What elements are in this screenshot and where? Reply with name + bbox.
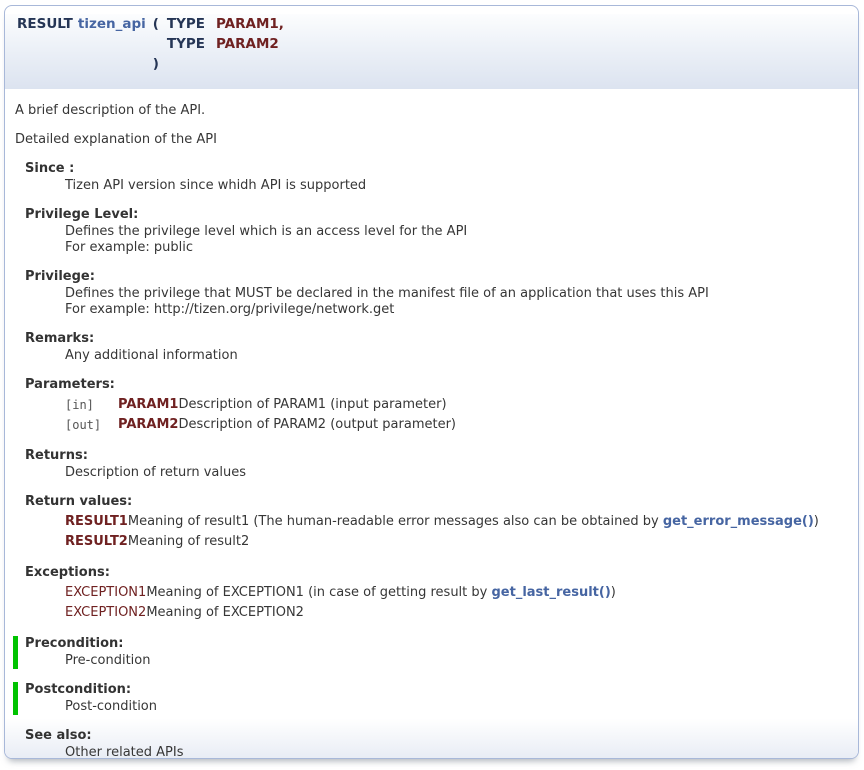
- param-type: TYPE: [162, 34, 207, 54]
- parameters-table: [in] PARAM1 Description of PARAM1 (input…: [65, 395, 456, 435]
- param-name: PARAM2: [118, 415, 178, 435]
- exception-name: EXCEPTION2: [65, 603, 146, 623]
- param-type: TYPE: [162, 14, 207, 34]
- brief-description: A brief description of the API.: [15, 103, 848, 119]
- close-paren: ): [150, 54, 162, 74]
- section-title: See also:: [25, 728, 848, 744]
- param-name: PARAM1,: [207, 14, 286, 34]
- section-title: Privilege:: [25, 269, 848, 285]
- section-text: Description of return values: [65, 465, 848, 481]
- section-parameters: Parameters: [in] PARAM1 Description of P…: [25, 377, 848, 435]
- section-title: Returns:: [25, 448, 848, 464]
- return-value-row: RESULT1 Meaning of result1 (The human-re…: [65, 512, 819, 532]
- parameters-list: [in] PARAM1 Description of PARAM1 (input…: [65, 395, 848, 435]
- api-doc-card: RESULT tizen_api ( TYPE PARAM1, TYPE PARA…: [4, 5, 859, 759]
- section-precondition: Precondition: Pre-condition: [13, 636, 848, 669]
- return-type: RESULT: [17, 16, 73, 32]
- param-name: PARAM1: [118, 395, 178, 415]
- get-last-result-link[interactable]: get_last_result(): [491, 585, 610, 600]
- param-description: Description of PARAM1 (input parameter): [178, 395, 456, 415]
- section-text: Any additional information: [65, 348, 848, 364]
- section-returns: Returns: Description of return values: [25, 448, 848, 481]
- section-text: Defines the privilege level which is an …: [65, 224, 848, 256]
- exceptions-table: EXCEPTION1 Meaning of EXCEPTION1 (in cas…: [65, 583, 616, 623]
- return-value-row: RESULT2 Meaning of result2: [65, 532, 819, 552]
- result-description: Meaning of result1 (The human-readable e…: [128, 512, 819, 532]
- section-text: Other related APIs: [65, 745, 848, 759]
- section-remarks: Remarks: Any additional information: [25, 331, 848, 364]
- section-postcondition: Postcondition: Post-condition: [13, 682, 848, 715]
- exception-description: Meaning of EXCEPTION2: [146, 603, 616, 623]
- section-title: Exceptions:: [25, 565, 848, 581]
- section-return-values: Return values: RESULT1 Meaning of result…: [25, 494, 848, 552]
- signature-row-3: ): [11, 54, 286, 74]
- section-title: Return values:: [25, 494, 848, 510]
- section-text: Defines the privilege that MUST be decla…: [65, 286, 848, 318]
- function-name-link[interactable]: tizen_api: [78, 16, 146, 32]
- signature-table: RESULT tizen_api ( TYPE PARAM1, TYPE PARA…: [11, 14, 286, 74]
- result-name: RESULT1: [65, 512, 128, 532]
- exceptions-list: EXCEPTION1 Meaning of EXCEPTION1 (in cas…: [65, 583, 848, 623]
- exception-row: EXCEPTION2 Meaning of EXCEPTION2: [65, 603, 616, 623]
- section-title: Remarks:: [25, 331, 848, 347]
- param-name: PARAM2: [207, 34, 286, 54]
- section-since: Since : Tizen API version since whidh AP…: [25, 161, 848, 194]
- get-error-message-link[interactable]: get_error_message(): [663, 514, 814, 529]
- open-paren: (: [150, 14, 162, 34]
- section-text: Tizen API version since whidh API is sup…: [65, 178, 848, 194]
- function-signature-header: RESULT tizen_api ( TYPE PARAM1, TYPE PARA…: [5, 14, 858, 89]
- exception-description: Meaning of EXCEPTION1 (in case of gettin…: [146, 583, 616, 603]
- result-name: RESULT2: [65, 532, 128, 552]
- api-doc-body: A brief description of the API. Detailed…: [5, 89, 858, 759]
- param-description: Description of PARAM2 (output parameter): [178, 415, 456, 435]
- section-privilege-level: Privilege Level: Defines the privilege l…: [25, 207, 848, 256]
- section-exceptions: Exceptions: EXCEPTION1 Meaning of EXCEPT…: [25, 565, 848, 623]
- section-privilege: Privilege: Defines the privilege that MU…: [25, 269, 848, 318]
- section-title: Postcondition:: [25, 682, 848, 698]
- param-direction: [in]: [65, 395, 118, 415]
- section-title: Precondition:: [25, 636, 848, 652]
- section-text: Pre-condition: [65, 653, 848, 669]
- return-values-table: RESULT1 Meaning of result1 (The human-re…: [65, 512, 819, 552]
- section-text: Post-condition: [65, 699, 848, 715]
- param-direction: [out]: [65, 415, 118, 435]
- signature-row-2: TYPE PARAM2: [11, 34, 286, 54]
- exception-name: EXCEPTION1: [65, 583, 146, 603]
- section-title: Parameters:: [25, 377, 848, 393]
- result-description: Meaning of result2: [128, 532, 819, 552]
- section-see-also: See also: Other related APIs: [25, 728, 848, 759]
- parameter-row: [out] PARAM2 Description of PARAM2 (outp…: [65, 415, 456, 435]
- signature-row-1: RESULT tizen_api ( TYPE PARAM1,: [11, 14, 286, 34]
- return-values-list: RESULT1 Meaning of result1 (The human-re…: [65, 512, 848, 552]
- detailed-description: Detailed explanation of the API: [15, 132, 848, 148]
- section-title: Since :: [25, 161, 848, 177]
- section-title: Privilege Level:: [25, 207, 848, 223]
- parameter-row: [in] PARAM1 Description of PARAM1 (input…: [65, 395, 456, 415]
- exception-row: EXCEPTION1 Meaning of EXCEPTION1 (in cas…: [65, 583, 616, 603]
